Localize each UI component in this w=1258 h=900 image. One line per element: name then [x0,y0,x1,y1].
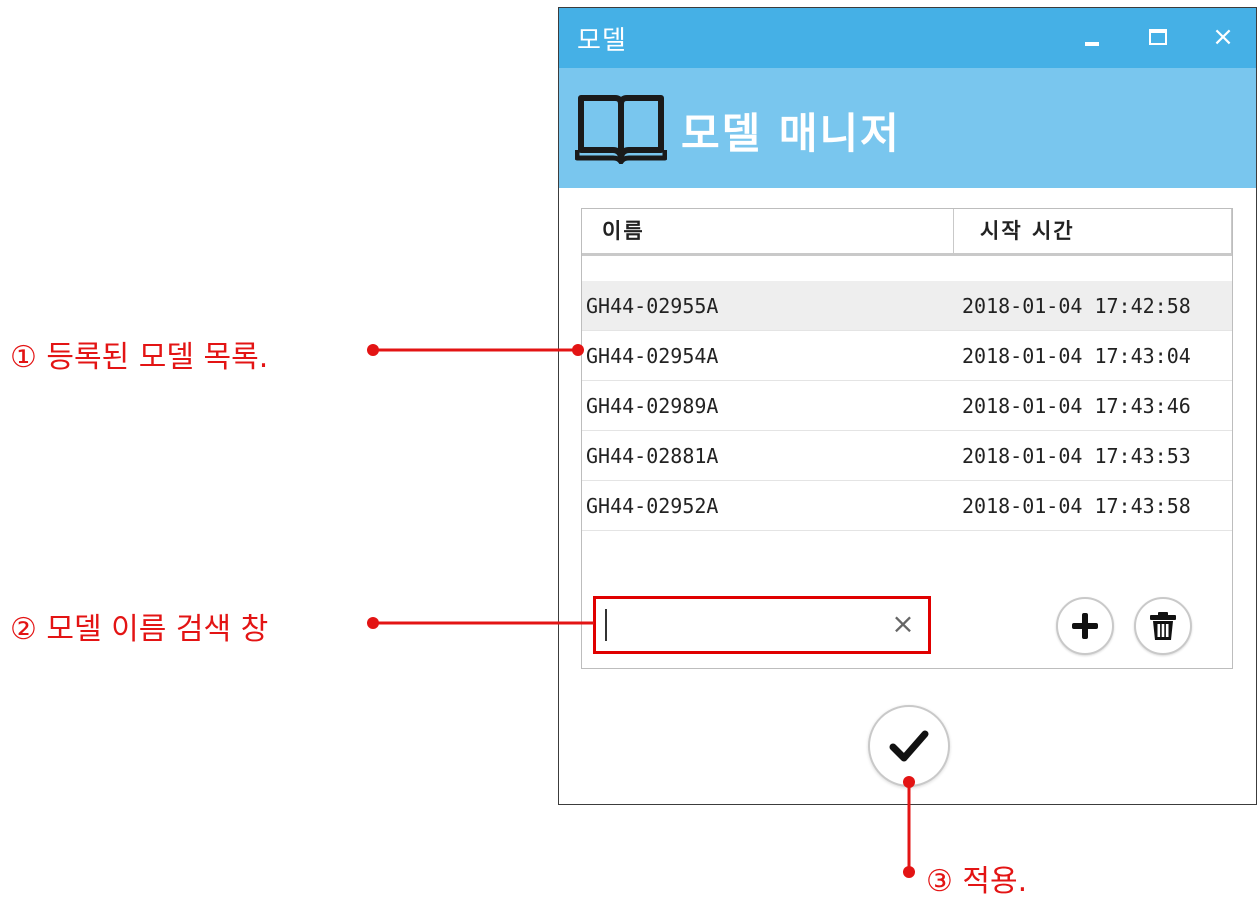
add-model-button[interactable] [1056,597,1114,655]
model-start-time: 2018-01-04 17:43:46 [962,394,1191,418]
trash-icon [1150,612,1176,640]
model-start-time: 2018-01-04 17:43:04 [962,344,1191,368]
list-row[interactable]: GH44-02955A 2018-01-04 17:42:58 [582,281,1232,331]
model-start-time: 2018-01-04 17:42:58 [962,294,1191,318]
minimize-button[interactable] [1075,20,1109,54]
model-start-time: 2018-01-04 17:43:58 [962,494,1191,518]
model-list: GH44-02955A 2018-01-04 17:42:58 GH44-029… [582,281,1232,531]
model-name: GH44-02881A [586,444,719,468]
annotation-apply: ③ 적용. [926,864,1028,899]
book-icon [575,95,667,164]
model-manager-window: 모델 × 모델 매니저 이름 시작 시간 GH44-02955A 2018-01… [558,7,1257,805]
delete-model-button[interactable] [1134,597,1192,655]
model-name: GH44-02989A [586,394,719,418]
apply-button[interactable] [868,705,950,787]
check-icon [889,730,929,762]
plus-icon [1072,613,1098,639]
model-start-time: 2018-01-04 17:43:53 [962,444,1191,468]
window-title: 모델 [577,26,627,56]
model-name: GH44-02952A [586,494,719,518]
header-title: 모델 매니저 [681,109,901,158]
model-name: GH44-02954A [586,344,719,368]
list-row[interactable]: GH44-02989A 2018-01-04 17:43:46 [582,381,1232,431]
model-search-input[interactable] [604,605,878,647]
maximize-button[interactable] [1141,20,1175,54]
model-search-box: × [593,596,931,654]
clear-search-button[interactable]: × [886,607,920,641]
column-header-start-time[interactable]: 시작 시간 [954,209,1232,253]
list-header: 이름 시작 시간 [582,209,1232,256]
annotation-search-box: ② 모델 이름 검색 창 [10,612,269,647]
header-band: 모델 매니저 [559,68,1256,188]
model-list-panel: 이름 시작 시간 GH44-02955A 2018-01-04 17:42:58… [581,208,1233,669]
list-row[interactable]: GH44-02881A 2018-01-04 17:43:53 [582,431,1232,481]
title-bar: 모델 × [559,8,1256,68]
column-header-name[interactable]: 이름 [582,209,954,253]
list-row[interactable]: GH44-02952A 2018-01-04 17:43:58 [582,481,1232,531]
close-button[interactable]: × [1206,20,1240,54]
list-row[interactable]: GH44-02954A 2018-01-04 17:43:04 [582,331,1232,381]
annotation-registered-models: ① 등록된 모델 목록. [10,340,269,375]
model-name: GH44-02955A [586,294,719,318]
